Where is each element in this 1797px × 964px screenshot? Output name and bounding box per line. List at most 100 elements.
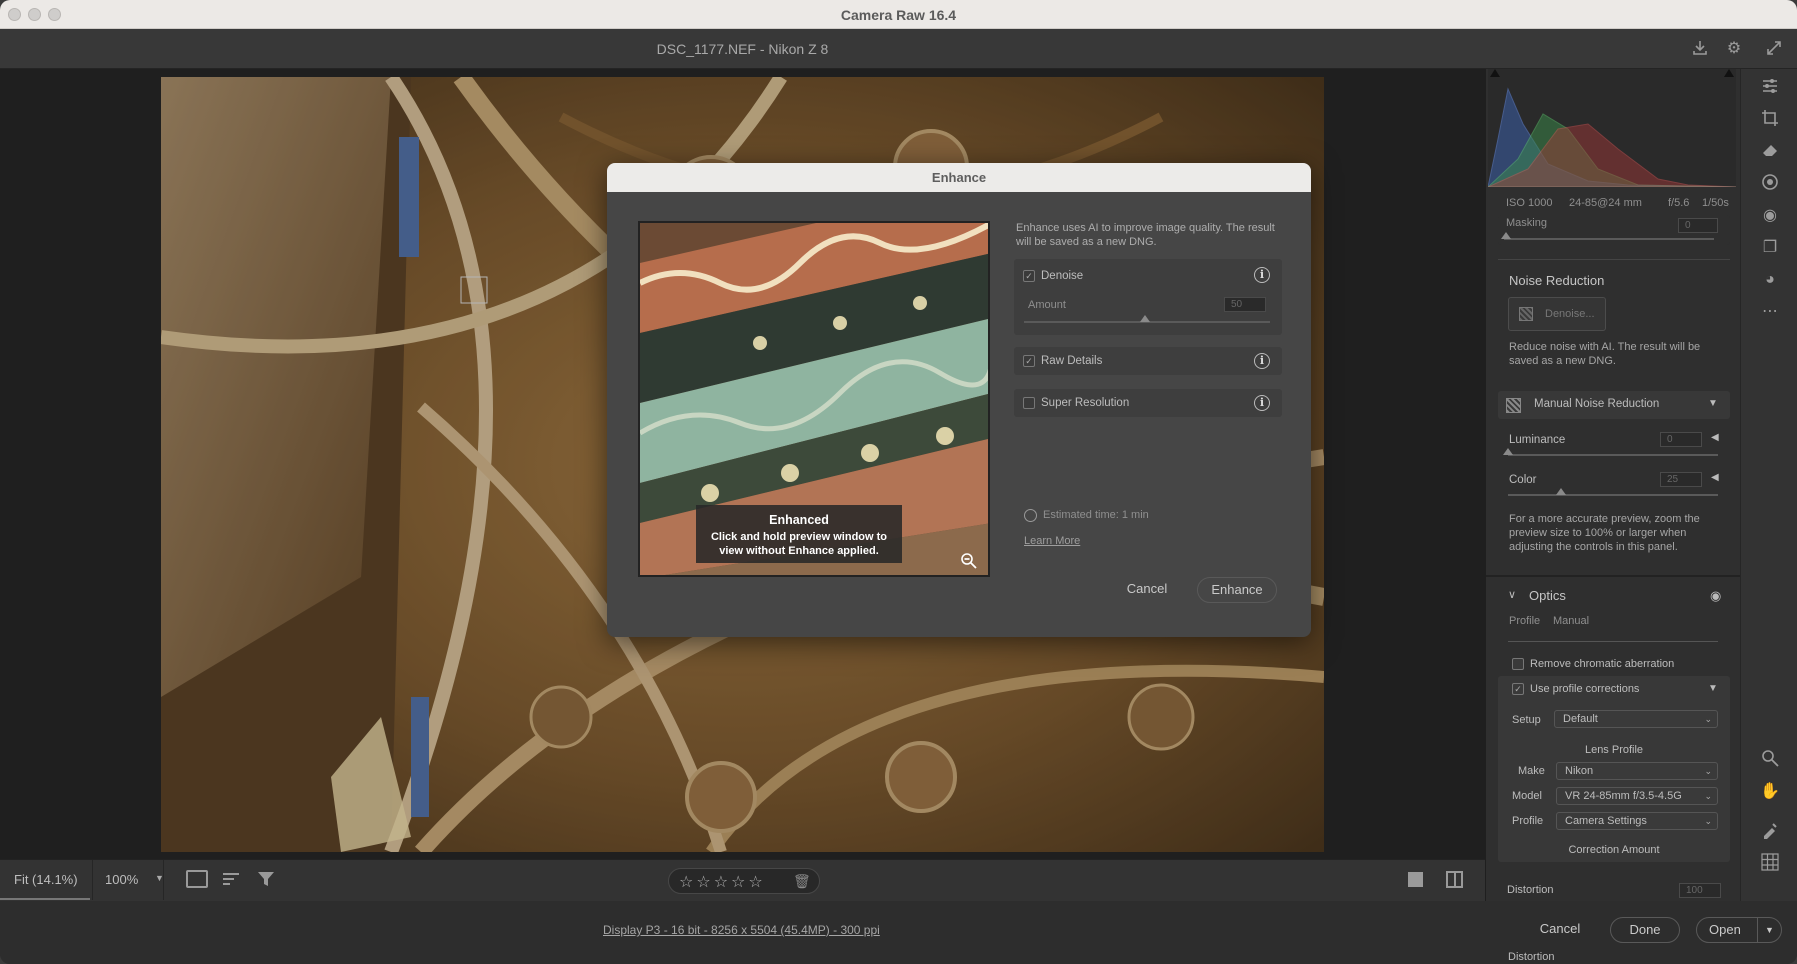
edit-sliders-icon[interactable] bbox=[1759, 77, 1781, 99]
chevron-down-icon[interactable]: ▼ bbox=[1708, 398, 1718, 409]
noise-reduction-title: Noise Reduction bbox=[1509, 273, 1605, 288]
optics-title[interactable]: Optics bbox=[1529, 588, 1566, 603]
hand-icon[interactable]: ✋ bbox=[1759, 781, 1781, 803]
luminance-label: Luminance bbox=[1509, 434, 1566, 446]
gear-icon[interactable]: ⚙ bbox=[1724, 39, 1744, 59]
tab-profile[interactable]: Profile bbox=[1509, 615, 1540, 627]
luminance-slider-knob[interactable] bbox=[1503, 448, 1513, 455]
color-label: Color bbox=[1509, 474, 1537, 486]
star-icon[interactable]: ☆ bbox=[696, 874, 713, 891]
triangle-left-icon[interactable]: ◀ bbox=[1711, 432, 1719, 443]
save-icon[interactable] bbox=[1690, 39, 1710, 59]
model-label: Model bbox=[1512, 790, 1542, 802]
redeye-icon[interactable]: ◉ bbox=[1759, 205, 1781, 227]
info-icon[interactable]: i bbox=[1254, 267, 1270, 283]
chevron-down-icon[interactable]: ▼ bbox=[1757, 918, 1781, 942]
filter-icon[interactable] bbox=[257, 870, 275, 888]
zoom-level-dropdown[interactable]: 100% ▼ bbox=[92, 860, 164, 900]
enhance-preview[interactable]: Enhanced Click and hold preview window t… bbox=[638, 221, 990, 577]
setup-value: Default bbox=[1563, 713, 1598, 725]
sort-icon[interactable] bbox=[222, 871, 240, 887]
open-button[interactable]: Open ▼ bbox=[1696, 917, 1782, 943]
triangle-left-icon[interactable]: ◀ bbox=[1711, 472, 1719, 483]
setup-dropdown[interactable]: Default ⌄ bbox=[1554, 710, 1718, 728]
luminance-value[interactable]: 0 bbox=[1660, 432, 1702, 447]
color-value[interactable]: 25 bbox=[1660, 472, 1702, 487]
tab-manual[interactable]: Manual bbox=[1553, 615, 1589, 627]
single-view-icon[interactable] bbox=[1408, 872, 1423, 887]
luminance-slider[interactable] bbox=[1508, 454, 1718, 456]
filmstrip-icon[interactable] bbox=[186, 870, 208, 888]
amount-value[interactable]: 50 bbox=[1224, 297, 1266, 312]
eye-icon[interactable]: ◉ bbox=[1710, 588, 1721, 604]
zoom-fit-button[interactable]: Fit (14.1%) bbox=[0, 860, 90, 900]
profile-dropdown[interactable]: Camera Settings ⌄ bbox=[1556, 812, 1718, 830]
enhance-dialog: Enhance Enhanced Click and hold preview … bbox=[607, 163, 1311, 637]
info-icon[interactable]: i bbox=[1254, 395, 1270, 411]
more-icon[interactable]: ⋯ bbox=[1759, 301, 1781, 323]
presets-icon[interactable]: ◕ bbox=[1759, 269, 1781, 291]
trash-icon[interactable]: 🗑 bbox=[793, 873, 811, 890]
manual-nr-header[interactable]: Manual Noise Reduction ▼ bbox=[1498, 391, 1730, 419]
distortion-label: Distortion bbox=[1508, 951, 1555, 963]
super-resolution-checkbox[interactable] bbox=[1023, 397, 1035, 409]
amount-label: Amount bbox=[1028, 299, 1066, 311]
learn-more-link[interactable]: Learn More bbox=[1024, 535, 1080, 547]
compare-view-icon[interactable] bbox=[1446, 871, 1463, 888]
distortion-value[interactable]: 100 bbox=[1679, 883, 1721, 898]
color-slider-knob[interactable] bbox=[1556, 488, 1566, 495]
model-value: VR 24-85mm f/3.5-4.5G bbox=[1565, 790, 1682, 802]
denoise-checkbox[interactable]: ✓ bbox=[1023, 270, 1035, 282]
star-icon[interactable]: ☆ bbox=[679, 874, 696, 891]
color-sampler-icon[interactable] bbox=[1759, 821, 1781, 843]
masking-icon[interactable] bbox=[1759, 173, 1781, 195]
masking-slider[interactable] bbox=[1504, 238, 1714, 240]
lens-readout: 24-85@24 mm bbox=[1569, 197, 1642, 209]
info-icon[interactable]: i bbox=[1254, 353, 1270, 369]
raw-details-checkbox[interactable]: ✓ bbox=[1023, 355, 1035, 367]
done-button[interactable]: Done bbox=[1610, 917, 1680, 943]
profile-corrections-checkbox[interactable]: ✓ bbox=[1512, 683, 1524, 695]
eraser-icon[interactable] bbox=[1759, 141, 1781, 163]
lens-profile-heading: Lens Profile bbox=[1584, 744, 1644, 756]
file-info-link[interactable]: Display P3 - 16 bit - 8256 x 5504 (45.4M… bbox=[603, 923, 880, 937]
make-label: Make bbox=[1518, 765, 1545, 777]
masking-label: Masking bbox=[1506, 217, 1547, 229]
dialog-cancel-button[interactable]: Cancel bbox=[1113, 577, 1181, 603]
color-slider[interactable] bbox=[1508, 494, 1718, 496]
window-title: Camera Raw 16.4 bbox=[840, 7, 957, 23]
cancel-button[interactable]: Cancel bbox=[1522, 917, 1598, 943]
star-icon[interactable]: ☆ bbox=[731, 874, 748, 891]
raw-details-label: Raw Details bbox=[1041, 355, 1103, 367]
profile-corrections-card: ✓ Use profile corrections ▼ Setup Defaul… bbox=[1498, 676, 1730, 862]
model-dropdown[interactable]: VR 24-85mm f/3.5-4.5G ⌄ bbox=[1556, 787, 1718, 805]
estimated-time: Estimated time: 1 min bbox=[1043, 509, 1149, 521]
aperture-readout: f/5.6 bbox=[1668, 197, 1690, 209]
bottom-toolbar: Fit (14.1%) 100% ▼ ☆☆☆☆☆ 🗑 bbox=[0, 859, 1485, 901]
zoom-out-icon[interactable] bbox=[960, 552, 978, 570]
title-bar: Camera Raw 16.4 bbox=[0, 0, 1797, 29]
star-icon[interactable]: ☆ bbox=[714, 874, 731, 891]
denoise-button[interactable]: Denoise... bbox=[1508, 297, 1606, 331]
top-bar: DSC_1177.NEF - Nikon Z 8 ⚙ bbox=[0, 29, 1797, 69]
make-value: Nikon bbox=[1565, 765, 1594, 777]
make-dropdown[interactable]: Nikon ⌄ bbox=[1556, 762, 1718, 780]
chromatic-checkbox[interactable] bbox=[1512, 658, 1524, 670]
chevron-down-icon[interactable]: ∨ bbox=[1508, 588, 1516, 601]
enhance-button[interactable]: Enhance bbox=[1197, 577, 1277, 603]
star-icon[interactable]: ☆ bbox=[748, 874, 765, 891]
snapshots-icon[interactable]: ❐ bbox=[1759, 237, 1781, 259]
zoom-icon[interactable] bbox=[1759, 749, 1781, 771]
grid-icon[interactable] bbox=[1759, 853, 1781, 875]
chevron-down-icon: ⌄ bbox=[1704, 714, 1712, 724]
masking-value[interactable]: 0 bbox=[1678, 218, 1718, 233]
noise-description: Reduce noise with AI. The result will be… bbox=[1509, 341, 1701, 367]
amount-slider-knob[interactable] bbox=[1140, 315, 1150, 322]
preview-hint: For a more accurate preview, zoom the pr… bbox=[1509, 513, 1700, 553]
chevron-down-icon[interactable]: ▼ bbox=[1708, 683, 1718, 694]
masking-slider-knob[interactable] bbox=[1501, 232, 1511, 239]
correction-amount-heading: Correction Amount bbox=[1568, 844, 1660, 856]
profile-label: Profile bbox=[1512, 815, 1544, 827]
crop-icon[interactable] bbox=[1759, 109, 1781, 131]
fullscreen-icon[interactable] bbox=[1764, 39, 1784, 59]
